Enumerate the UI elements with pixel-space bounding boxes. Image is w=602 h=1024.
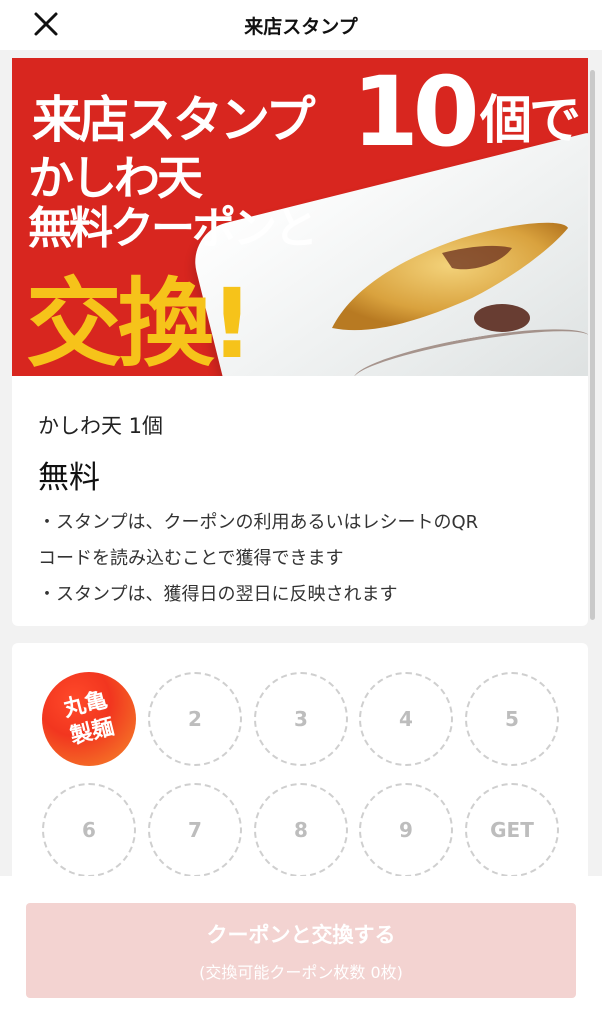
stamp-slot-6: 6 <box>42 783 136 877</box>
header-bar: 来店スタンプ <box>0 0 602 50</box>
exchange-coupon-button[interactable]: クーポンと交換する (交換可能クーポン枚数 0枚) <box>26 903 576 998</box>
banner-line4: 交換! <box>26 268 254 376</box>
exchange-count: (交換可能クーポン枚数 0枚) <box>199 962 403 982</box>
note-line: ・スタンプは、獲得日の翌日に反映されます <box>38 584 398 605</box>
note-line: ・スタンプは、クーポンの利用あるいはレシートのQR <box>38 512 479 533</box>
kashiwaten-image <box>332 222 568 332</box>
bottom-bar: クーポンと交換する (交換可能クーポン枚数 0枚) <box>0 876 602 1024</box>
page-title: 来店スタンプ <box>244 15 358 38</box>
reward-price: 無料 <box>38 460 100 496</box>
stamp-slot-4: 4 <box>359 672 453 766</box>
reward-notes: ・スタンプは、クーポンの利用あるいはレシートのQR コードを読み込むことで獲得で… <box>38 505 562 613</box>
stamp-slot-1: 丸亀 製麺 <box>42 672 136 766</box>
stamp-slot-9: 9 <box>359 783 453 877</box>
promo-banner: 来店スタンプ 10 個で かしわ天 無料クーポンと 交換! <box>12 58 588 376</box>
banner-count: 10 <box>352 58 480 168</box>
reward-info-card: かしわ天 1個 無料 ・スタンプは、クーポンの利用あるいはレシートのQR コード… <box>12 376 588 626</box>
marugame-logo: 丸亀 製麺 <box>61 687 117 752</box>
stamp-slot-8: 8 <box>254 783 348 877</box>
close-button[interactable] <box>28 6 64 42</box>
stamp-slot-3: 3 <box>254 672 348 766</box>
stamp-card: 丸亀 製麺 2 3 4 5 6 7 8 9 GET <box>12 643 588 883</box>
stamp-slot-5: 5 <box>465 672 559 766</box>
stamp-slot-7: 7 <box>148 783 242 877</box>
stamp-slot-get: GET <box>465 783 559 877</box>
reward-name: かしわ天 1個 <box>38 414 164 438</box>
exchange-label: クーポンと交換する <box>206 922 396 947</box>
scrollbar[interactable] <box>590 70 595 620</box>
banner-count-suffix: 個で <box>480 91 581 151</box>
note-line: コードを読み込むことで獲得できます <box>38 548 344 569</box>
stamp-slot-2: 2 <box>148 672 242 766</box>
close-icon[interactable] <box>33 11 59 37</box>
